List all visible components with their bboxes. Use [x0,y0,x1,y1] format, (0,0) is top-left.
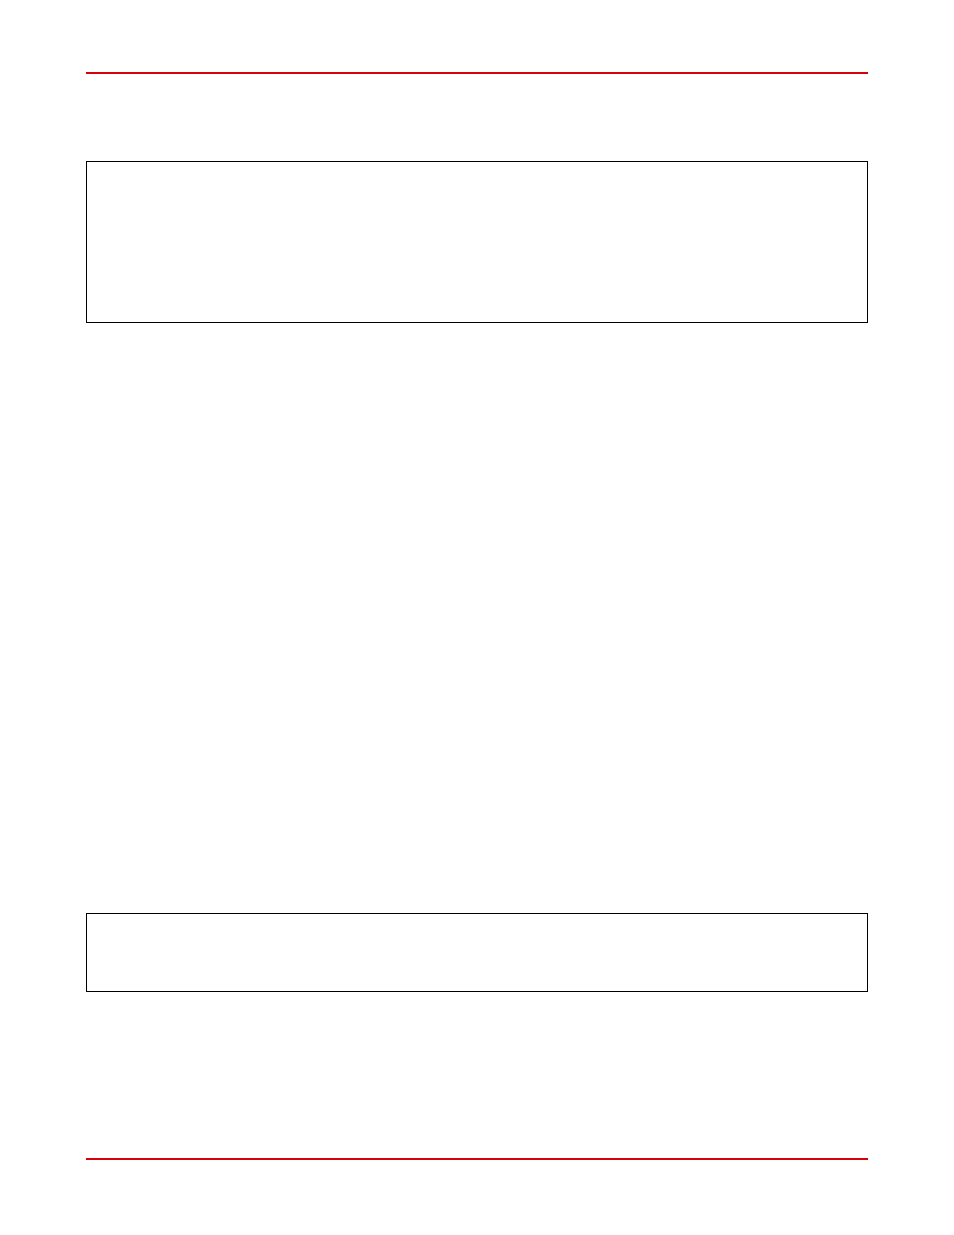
content-box-1 [86,161,868,323]
bottom-horizontal-rule [86,1158,868,1160]
top-horizontal-rule [86,72,868,74]
content-box-2 [86,913,868,992]
